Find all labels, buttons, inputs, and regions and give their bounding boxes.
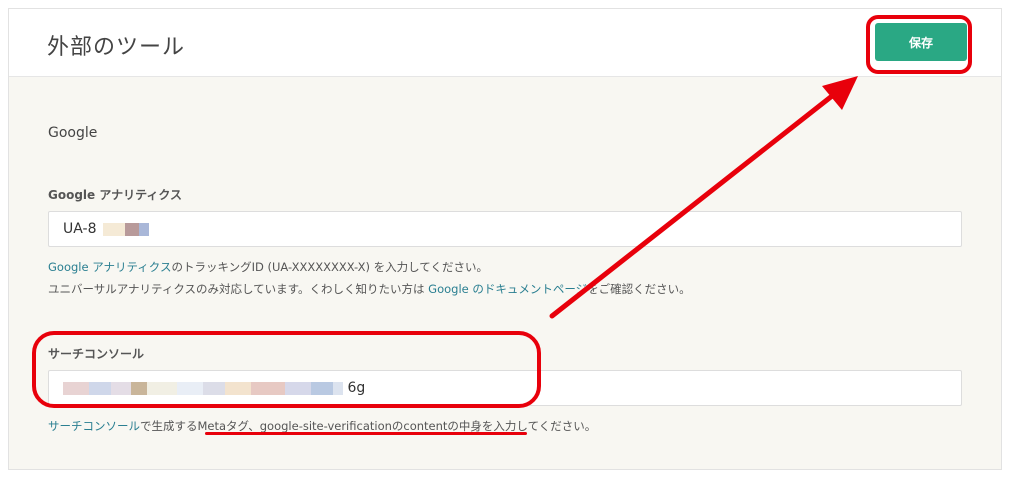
annotation-arrow-icon	[549, 76, 858, 319]
